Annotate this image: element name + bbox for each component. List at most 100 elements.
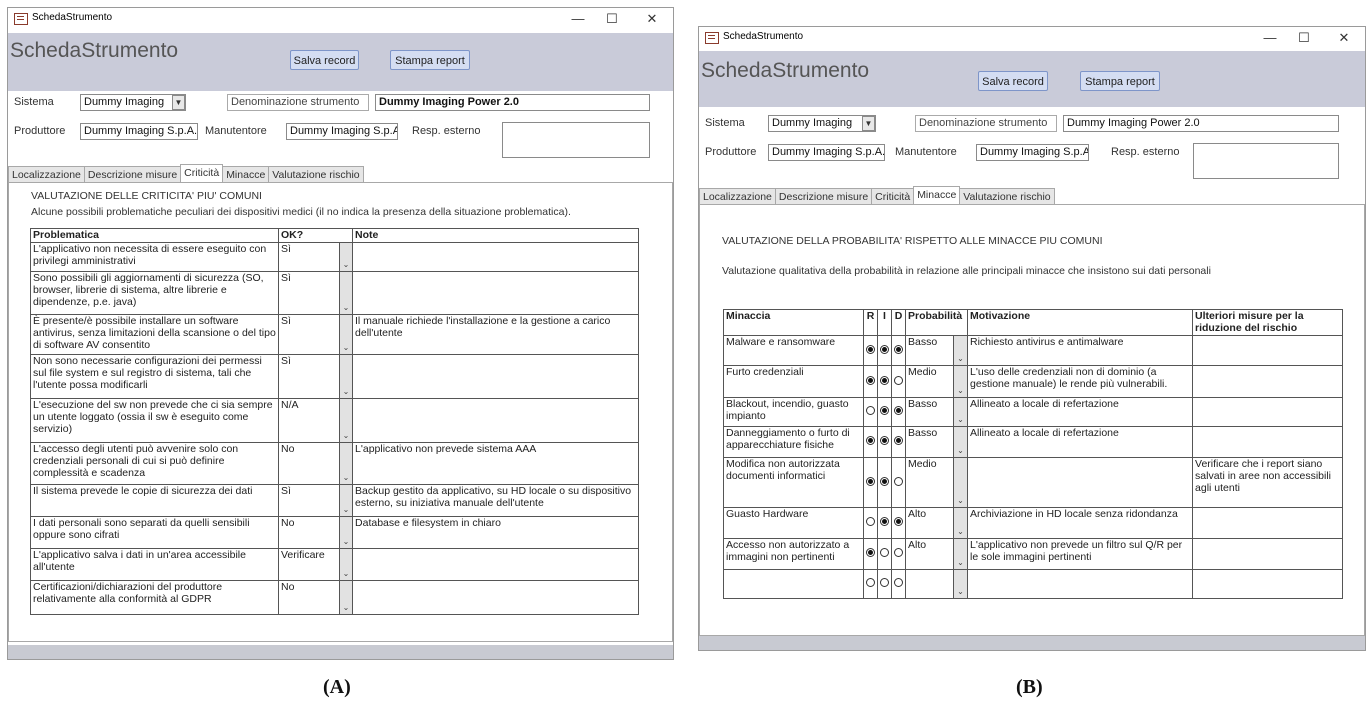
radio-icon[interactable] (894, 375, 903, 385)
probabilita-cell[interactable]: Alto (905, 538, 954, 570)
minimize-icon[interactable]: — (1255, 29, 1285, 47)
resp-field[interactable] (1193, 143, 1339, 179)
ok-cell[interactable]: Sì (278, 242, 340, 272)
d-cell[interactable] (891, 507, 906, 539)
misure-cell[interactable] (1192, 426, 1344, 458)
manutentore-field[interactable]: Dummy Imaging S.p.A. (976, 144, 1089, 161)
chevron-down-icon[interactable]: ⌄ (338, 398, 354, 443)
radio-icon[interactable] (866, 476, 875, 486)
tab-valutazione-rischio[interactable]: Valutazione rischio (268, 166, 364, 183)
ok-cell[interactable]: No (278, 580, 340, 615)
motivazione-cell[interactable]: Richiesto antivirus e antimalware (967, 335, 1194, 366)
note-cell[interactable] (352, 354, 640, 399)
motivazione-cell[interactable] (967, 569, 1194, 599)
ok-cell[interactable]: Sì (278, 354, 340, 399)
tab-localizzazione[interactable]: Localizzazione (8, 166, 85, 183)
misure-cell[interactable] (1192, 335, 1344, 366)
tab-criticita[interactable]: Criticità (871, 188, 915, 205)
chevron-down-icon[interactable]: ⌄ (952, 538, 969, 570)
probabilita-cell[interactable]: Medio (905, 457, 954, 508)
misure-cell[interactable] (1192, 507, 1344, 539)
tab-localizzazione[interactable]: Localizzazione (699, 188, 776, 205)
radio-icon[interactable] (894, 436, 903, 445)
ok-cell[interactable]: No (278, 516, 340, 549)
save-button[interactable]: Salva record (978, 71, 1048, 91)
radio-icon[interactable] (866, 436, 875, 445)
chevron-down-icon[interactable]: ⌄ (338, 354, 354, 399)
chevron-down-icon[interactable]: ⌄ (338, 314, 354, 355)
tab-descrizione-misure[interactable]: Descrizione misure (774, 188, 873, 205)
chevron-down-icon[interactable]: ▼ (862, 116, 875, 131)
chevron-down-icon[interactable]: ▼ (172, 95, 185, 110)
note-cell[interactable]: Database e filesystem in chiaro (352, 516, 640, 549)
d-cell[interactable] (891, 426, 906, 458)
radio-icon[interactable] (894, 517, 903, 526)
chevron-down-icon[interactable]: ⌄ (338, 548, 354, 581)
chevron-down-icon[interactable]: ⌄ (338, 516, 354, 549)
note-cell[interactable]: Il manuale richiede l'installazione e la… (352, 314, 640, 355)
probabilita-cell[interactable] (905, 569, 954, 599)
produttore-field[interactable]: Dummy Imaging S.p.A. (80, 123, 198, 140)
produttore-field[interactable]: Dummy Imaging S.p.A. (768, 144, 885, 161)
motivazione-cell[interactable] (967, 457, 1194, 508)
denominazione-field[interactable]: Dummy Imaging Power 2.0 (1063, 115, 1339, 132)
radio-icon[interactable] (894, 578, 903, 587)
chevron-down-icon[interactable]: ⌄ (338, 442, 354, 485)
r-cell[interactable] (863, 426, 878, 458)
radio-icon[interactable] (866, 344, 875, 354)
radio-icon[interactable] (866, 548, 875, 557)
tab-minacce[interactable]: Minacce (913, 186, 961, 205)
i-cell[interactable] (877, 457, 892, 508)
tab-criticita[interactable]: Criticità (180, 164, 224, 183)
radio-icon[interactable] (894, 406, 903, 415)
probabilita-cell[interactable]: Basso (905, 397, 954, 427)
note-cell[interactable]: Backup gestito da applicativo, su HD loc… (352, 484, 640, 517)
radio-icon[interactable] (880, 406, 889, 415)
misure-cell[interactable] (1192, 397, 1344, 427)
probabilita-cell[interactable]: Alto (905, 507, 954, 539)
manutentore-field[interactable]: Dummy Imaging S.p.A. (286, 123, 398, 140)
d-cell[interactable] (891, 397, 906, 427)
sistema-field[interactable]: Dummy Imaging (768, 115, 876, 132)
ok-cell[interactable]: Sì (278, 271, 340, 315)
i-cell[interactable] (877, 426, 892, 458)
radio-icon[interactable] (880, 548, 889, 557)
radio-icon[interactable] (880, 517, 889, 526)
r-cell[interactable] (863, 335, 878, 366)
i-cell[interactable] (877, 335, 892, 366)
misure-cell[interactable]: Verificare che i report siano salvati in… (1192, 457, 1344, 508)
ok-cell[interactable]: N/A (278, 398, 340, 443)
radio-icon[interactable] (894, 476, 903, 486)
chevron-down-icon[interactable]: ⌄ (952, 569, 969, 599)
r-cell[interactable] (863, 538, 878, 570)
d-cell[interactable] (891, 538, 906, 570)
r-cell[interactable] (863, 507, 878, 539)
tab-descrizione-misure[interactable]: Descrizione misure (83, 166, 182, 183)
note-cell[interactable] (352, 271, 640, 315)
i-cell[interactable] (877, 507, 892, 539)
probabilita-cell[interactable]: Basso (905, 426, 954, 458)
maximize-icon[interactable]: ☐ (1289, 29, 1319, 47)
d-cell[interactable] (891, 365, 906, 398)
chevron-down-icon[interactable]: ⌄ (338, 271, 354, 315)
minimize-icon[interactable]: — (563, 10, 593, 28)
sistema-field[interactable]: Dummy Imaging (80, 94, 186, 111)
r-cell[interactable] (863, 457, 878, 508)
misure-cell[interactable] (1192, 538, 1344, 570)
r-cell[interactable] (863, 397, 878, 427)
tab-minacce[interactable]: Minacce (222, 166, 270, 183)
chevron-down-icon[interactable]: ⌄ (338, 580, 354, 615)
note-cell[interactable]: L'applicativo non prevede sistema AAA (352, 442, 640, 485)
i-cell[interactable] (877, 365, 892, 398)
chevron-down-icon[interactable]: ⌄ (952, 335, 969, 366)
radio-icon[interactable] (880, 344, 889, 354)
maximize-icon[interactable]: ☐ (597, 10, 627, 28)
print-button[interactable]: Stampa report (1080, 71, 1160, 91)
i-cell[interactable] (877, 397, 892, 427)
motivazione-cell[interactable]: Allineato a locale di refertazione (967, 426, 1194, 458)
chevron-down-icon[interactable]: ⌄ (952, 426, 969, 458)
i-cell[interactable] (877, 569, 892, 599)
radio-icon[interactable] (866, 375, 875, 385)
radio-icon[interactable] (894, 548, 903, 557)
note-cell[interactable] (352, 398, 640, 443)
